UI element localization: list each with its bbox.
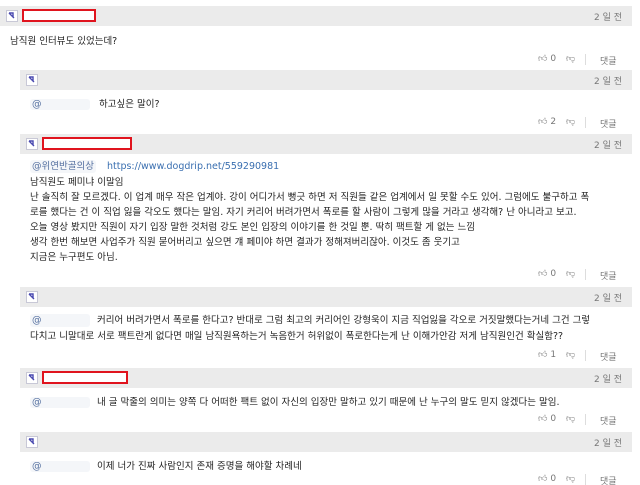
comment-line: 남직원도 페미냐 이말임 [30, 177, 124, 188]
reply-button[interactable]: 댓글 [600, 54, 617, 67]
like-count: 0 [550, 54, 557, 64]
like-button[interactable]: 👍︎ 1 [538, 350, 556, 360]
comment-time: 2 일 전 [593, 141, 622, 151]
comment-time: 2 일 전 [593, 77, 622, 87]
comment-line: 생각 한번 해보면 사업주가 직원 묻어버리고 싶으면 걔 페미야 하면 결과가… [30, 237, 460, 248]
comment-time: 2 일 전 [593, 13, 622, 23]
like-count: 0 [550, 474, 557, 484]
mention[interactable]: @ [30, 314, 90, 327]
comment-actions: 👍︎ 0 👎︎ 댓글 [0, 50, 640, 70]
reply-button[interactable]: 댓글 [600, 269, 617, 282]
dislike-button[interactable]: 👎︎ [566, 54, 575, 64]
thumbs-down-icon: 👎︎ [566, 350, 576, 360]
like-count: 1 [550, 350, 557, 360]
thumbs-down-icon: 👎︎ [566, 474, 576, 484]
thumbs-up-icon: 👍︎ [538, 269, 548, 279]
comment-actions: 👍︎ 0 👎︎ 댓글 [0, 470, 640, 485]
comment-mention-line: @위연반골의상 https://www.dogdrip.net/55929098… [30, 160, 279, 173]
comment-line: 난 솔직히 잘 모르겠다. 이 업계 매우 작은 업계야. 강이 어디가서 뻥긋… [30, 192, 590, 203]
divider [585, 350, 586, 361]
avatar[interactable] [26, 138, 38, 150]
thumbs-down-icon: 👎︎ [566, 117, 576, 127]
like-button[interactable]: 👍︎ 2 [538, 117, 556, 127]
comment-text: @ 내 글 막줄의 의미는 양쪽 다 어떠한 팩트 없이 자신의 입장만 말하고… [30, 394, 559, 408]
comment-line: @ 커리어 버려가면서 폭로를 한다고? 반대로 그럼 최고의 커리어인 강형욱… [30, 314, 590, 327]
reply-button[interactable]: 댓글 [600, 414, 617, 427]
divider [585, 414, 586, 425]
avatar[interactable] [26, 436, 38, 448]
reply-button[interactable]: 댓글 [600, 117, 617, 130]
comment-actions: 👍︎ 2 👎︎ 댓글 [0, 113, 640, 133]
redacted-username [22, 9, 96, 22]
comment-header: 2 일 전 [20, 134, 632, 154]
comment-line: 지금은 누구편도 아님. [30, 252, 118, 263]
like-button[interactable]: 👍︎ 0 [538, 54, 556, 64]
comment-line: 오늘 영상 봤지만 직원이 자기 입장 말한 것처럼 강도 본인 입장의 이야기… [30, 222, 475, 233]
mention[interactable]: @ [30, 397, 90, 408]
comment-time: 2 일 전 [593, 439, 622, 449]
link[interactable]: https://www.dogdrip.net/559290981 [107, 161, 279, 172]
comment-actions: 👍︎ 1 👎︎ 댓글 [0, 346, 640, 366]
like-count: 0 [550, 414, 557, 424]
redacted-username [42, 371, 128, 384]
avatar[interactable] [26, 74, 38, 86]
comment-time: 2 일 전 [593, 375, 622, 385]
comment-text-body: 커리어 버려가면서 폭로를 한다고? 반대로 그럼 최고의 커리어인 강형욱이 … [97, 315, 591, 326]
comment-text: 남직원 인터뷰도 있었는데? [10, 36, 118, 47]
avatar[interactable] [6, 10, 18, 22]
comment-header: 2 일 전 [20, 287, 632, 307]
dislike-button[interactable]: 👎︎ [566, 350, 575, 360]
mention[interactable]: @ [30, 99, 90, 110]
mention[interactable]: @위연반골의상 [30, 160, 96, 173]
thumbs-up-icon: 👍︎ [538, 117, 548, 127]
like-count: 0 [550, 269, 557, 279]
dislike-button[interactable]: 👎︎ [566, 269, 575, 279]
comment-text-body: 내 글 막줄의 의미는 양쪽 다 어떠한 팩트 없이 자신의 입장만 말하고 있… [97, 397, 560, 408]
comment-header: 2 일 전 [20, 70, 632, 90]
thumbs-down-icon: 👎︎ [566, 414, 576, 424]
reply-button[interactable]: 댓글 [600, 350, 617, 363]
like-count: 2 [550, 117, 557, 127]
comment-text-body: 하고싶은 말이? [99, 99, 160, 110]
comment-actions: 👍︎ 0 👎︎ 댓글 [0, 265, 640, 285]
comment-header: 2 일 전 [20, 432, 632, 452]
like-button[interactable]: 👍︎ 0 [538, 269, 556, 279]
comment-text: @ 하고싶은 말이? [30, 96, 160, 110]
thumbs-down-icon: 👎︎ [566, 54, 576, 64]
divider [585, 117, 586, 128]
thumbs-up-icon: 👍︎ [538, 474, 548, 484]
dislike-button[interactable]: 👎︎ [566, 474, 575, 484]
reply-button[interactable]: 댓글 [600, 474, 617, 485]
divider [585, 474, 586, 485]
like-button[interactable]: 👍︎ 0 [538, 414, 556, 424]
thumbs-up-icon: 👍︎ [538, 414, 548, 424]
thumbs-up-icon: 👍︎ [538, 350, 548, 360]
avatar[interactable] [26, 291, 38, 303]
thumbs-down-icon: 👎︎ [566, 269, 576, 279]
avatar[interactable] [26, 372, 38, 384]
comment-header: 2 일 전 [0, 6, 632, 26]
thumbs-up-icon: 👍︎ [538, 54, 548, 64]
divider [585, 54, 586, 65]
comment-actions: 👍︎ 0 👎︎ 댓글 [0, 410, 640, 430]
like-button[interactable]: 👍︎ 0 [538, 474, 556, 484]
comment-time: 2 일 전 [593, 294, 622, 304]
comment-line: 로를 했다는 건 이 직업 잃을 각오도 했다는 말임. 자기 커리어 버려가면… [30, 207, 577, 218]
dislike-button[interactable]: 👎︎ [566, 117, 575, 127]
dislike-button[interactable]: 👎︎ [566, 414, 575, 424]
divider [585, 269, 586, 280]
comment-line: 다치고 니말대로 서로 팩트란게 없다면 매일 남직원욕하는거 녹음한거 허위없… [30, 331, 564, 342]
redacted-username [42, 137, 132, 150]
comment-header: 2 일 전 [20, 368, 632, 388]
